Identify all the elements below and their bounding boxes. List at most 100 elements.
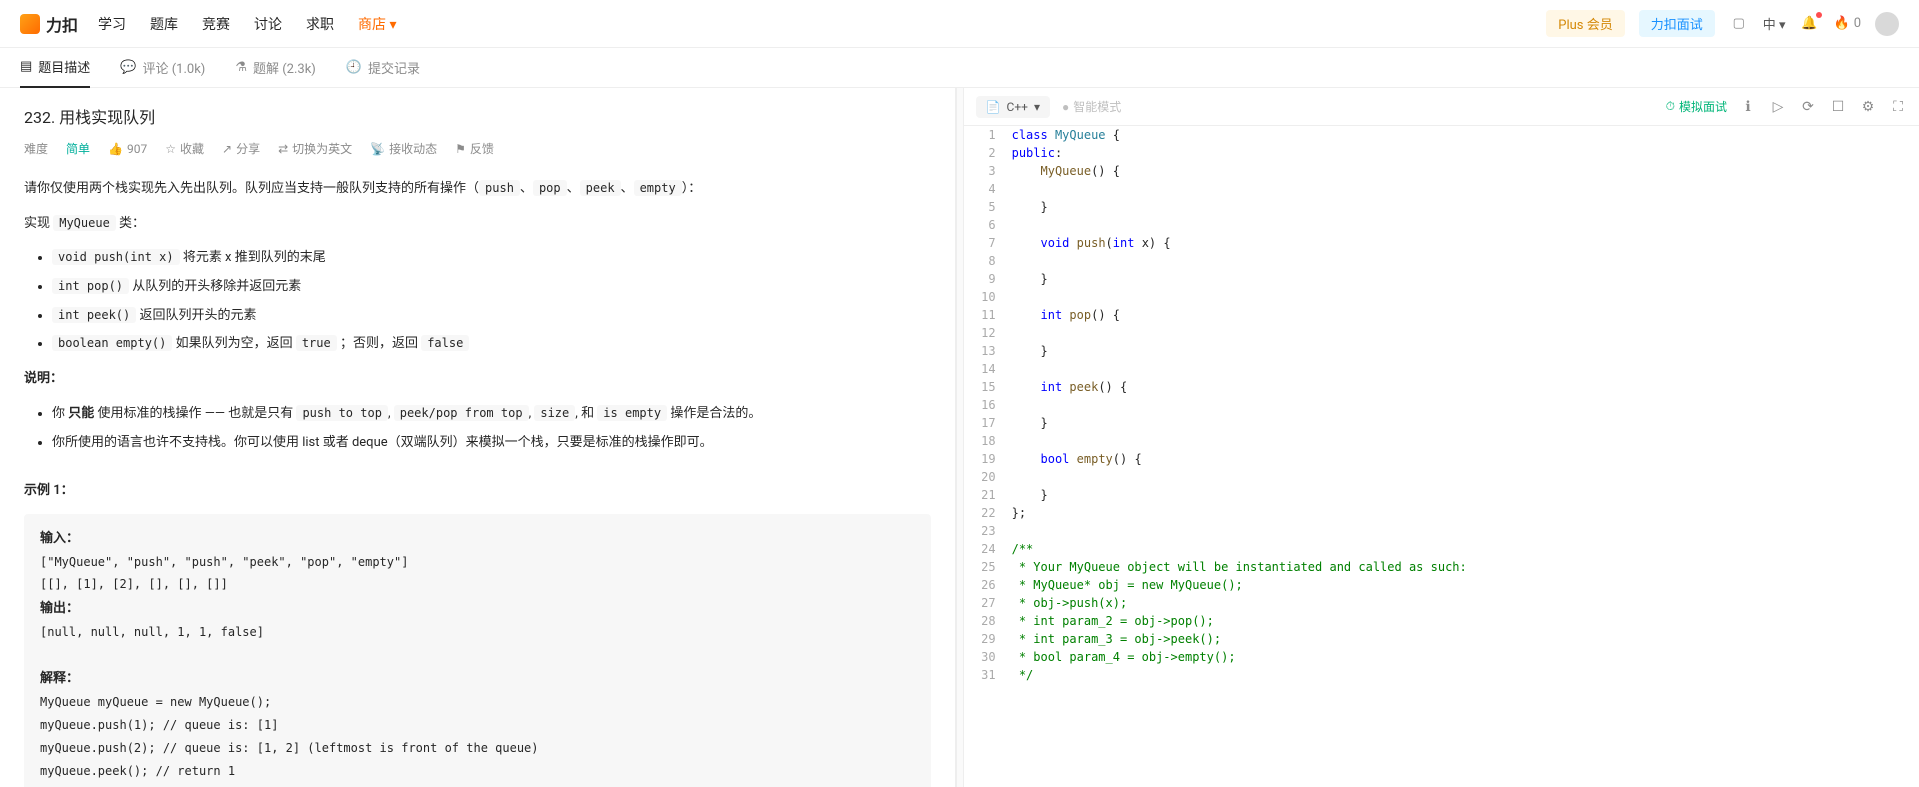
problem-meta: 难度 简单 👍 907 ☆ 收藏 ↗ 分享 ⇄ 切换为英文 📡 接收动态 ⚑ 反… — [24, 140, 931, 157]
mock-interview-button[interactable]: ⏱ 模拟面试 — [1666, 98, 1727, 115]
code-content[interactable]: * MyQueue* obj = new MyQueue(); — [1010, 576, 1919, 594]
code-line[interactable]: 30 * bool param_4 = obj->empty(); — [964, 648, 1919, 666]
code-content[interactable]: * obj->push(x); — [1010, 594, 1919, 612]
code-line[interactable]: 8 — [964, 252, 1919, 270]
nav-link[interactable]: 讨论 — [254, 14, 282, 34]
reset-icon[interactable]: ⟳ — [1799, 99, 1817, 115]
fire-count[interactable]: 🔥0 — [1834, 16, 1862, 31]
code-line[interactable]: 29 * int param_3 = obj->peek(); — [964, 630, 1919, 648]
code-line[interactable]: 25 * Your MyQueue object will be instant… — [964, 558, 1919, 576]
code-content[interactable]: bool empty() { — [1010, 450, 1919, 468]
code-line[interactable]: 9 } — [964, 270, 1919, 288]
feedback-button[interactable]: ⚑ 反馈 — [455, 140, 494, 157]
code-editor[interactable]: 1class MyQueue {2public:3 MyQueue() {4 5… — [964, 126, 1919, 787]
code-content[interactable]: } — [1010, 198, 1919, 216]
code-content[interactable] — [1010, 396, 1919, 414]
code-content[interactable] — [1010, 468, 1919, 486]
code-line[interactable]: 21 } — [964, 486, 1919, 504]
code-line[interactable]: 5 } — [964, 198, 1919, 216]
code-content[interactable]: MyQueue() { — [1010, 162, 1919, 180]
code-content[interactable]: /** — [1010, 540, 1919, 558]
code-line[interactable]: 27 * obj->push(x); — [964, 594, 1919, 612]
code-content[interactable]: }; — [1010, 504, 1919, 522]
code-content[interactable] — [1010, 180, 1919, 198]
info-icon[interactable]: ℹ — [1739, 99, 1757, 115]
code-line[interactable]: 7 void push(int x) { — [964, 234, 1919, 252]
code-content[interactable] — [1010, 216, 1919, 234]
code-line[interactable]: 26 * MyQueue* obj = new MyQueue(); — [964, 576, 1919, 594]
run-icon[interactable]: ▷ — [1769, 99, 1787, 115]
code-content[interactable]: int peek() { — [1010, 378, 1919, 396]
code-content[interactable] — [1010, 252, 1919, 270]
code-line[interactable]: 23 — [964, 522, 1919, 540]
code-line[interactable]: 3 MyQueue() { — [964, 162, 1919, 180]
code-content[interactable]: class MyQueue { — [1010, 126, 1919, 144]
code-line[interactable]: 1class MyQueue { — [964, 126, 1919, 144]
tab-description[interactable]: ▤ 题目描述 — [20, 47, 90, 88]
plus-member-button[interactable]: Plus 会员 — [1546, 10, 1624, 37]
code-content[interactable]: int pop() { — [1010, 306, 1919, 324]
code-line[interactable]: 11 int pop() { — [964, 306, 1919, 324]
code-content[interactable]: } — [1010, 486, 1919, 504]
code-content[interactable]: * bool param_4 = obj->empty(); — [1010, 648, 1919, 666]
nav-link[interactable]: 题库 — [150, 14, 178, 34]
logo[interactable]: 力扣 — [20, 12, 78, 36]
language-selector[interactable]: 中 ▾ — [1763, 14, 1786, 33]
settings-icon[interactable]: ⚙ — [1859, 99, 1877, 115]
tab-comments[interactable]: 💬 评论 (1.0k) — [120, 48, 205, 87]
code-line[interactable]: 12 — [964, 324, 1919, 342]
interview-button[interactable]: 力扣面试 — [1639, 10, 1715, 37]
code-content[interactable]: */ — [1010, 666, 1919, 684]
switch-lang-button[interactable]: ⇄ 切换为英文 — [278, 140, 352, 157]
code-line[interactable]: 22}; — [964, 504, 1919, 522]
code-line[interactable]: 13 } — [964, 342, 1919, 360]
favorite-button[interactable]: ☆ 收藏 — [165, 140, 204, 157]
nav-link[interactable]: 学习 — [98, 14, 126, 34]
panel-splitter[interactable] — [956, 88, 964, 787]
bell-icon[interactable]: 🔔 — [1800, 14, 1820, 34]
nav-link[interactable]: 竞赛 — [202, 14, 230, 34]
code-content[interactable]: public: — [1010, 144, 1919, 162]
line-number: 21 — [964, 486, 1010, 504]
code-line[interactable]: 6 — [964, 216, 1919, 234]
code-content[interactable]: void push(int x) { — [1010, 234, 1919, 252]
tab-submissions[interactable]: 🕘 提交记录 — [346, 48, 420, 87]
nav-link[interactable]: 求职 — [306, 14, 334, 34]
line-number: 23 — [964, 522, 1010, 540]
code-content[interactable] — [1010, 288, 1919, 306]
fullscreen-icon[interactable]: ⛶ — [1889, 99, 1907, 115]
avatar[interactable] — [1875, 12, 1899, 36]
code-line[interactable]: 19 bool empty() { — [964, 450, 1919, 468]
code-line[interactable]: 16 — [964, 396, 1919, 414]
like-button[interactable]: 👍 907 — [108, 142, 147, 156]
code-content[interactable]: } — [1010, 342, 1919, 360]
code-line[interactable]: 4 — [964, 180, 1919, 198]
code-line[interactable]: 17 } — [964, 414, 1919, 432]
tab-solutions[interactable]: ⚗ 题解 (2.3k) — [235, 48, 316, 87]
code-line[interactable]: 15 int peek() { — [964, 378, 1919, 396]
code-line[interactable]: 10 — [964, 288, 1919, 306]
code-content[interactable] — [1010, 432, 1919, 450]
code-content[interactable] — [1010, 522, 1919, 540]
code-content[interactable]: } — [1010, 414, 1919, 432]
code-line[interactable]: 18 — [964, 432, 1919, 450]
share-button[interactable]: ↗ 分享 — [222, 140, 260, 157]
receive-updates-button[interactable]: 📡 接收动态 — [370, 140, 437, 157]
code-line[interactable]: 28 * int param_2 = obj->pop(); — [964, 612, 1919, 630]
nav-link[interactable]: 商店 ▾ — [358, 14, 397, 34]
code-line[interactable]: 31 */ — [964, 666, 1919, 684]
code-content[interactable] — [1010, 360, 1919, 378]
code-content[interactable]: * Your MyQueue object will be instantiat… — [1010, 558, 1919, 576]
playground-icon[interactable]: ▢ — [1729, 14, 1749, 34]
code-content[interactable]: * int param_2 = obj->pop(); — [1010, 612, 1919, 630]
code-line[interactable]: 24/** — [964, 540, 1919, 558]
code-content[interactable] — [1010, 324, 1919, 342]
code-content[interactable]: * int param_3 = obj->peek(); — [1010, 630, 1919, 648]
code-line[interactable]: 14 — [964, 360, 1919, 378]
code-line[interactable]: 2public: — [964, 144, 1919, 162]
language-select[interactable]: 📄 C++ ▾ — [976, 96, 1050, 118]
code-line[interactable]: 20 — [964, 468, 1919, 486]
bookmark-icon[interactable]: ☐ — [1829, 99, 1847, 115]
code-content[interactable]: } — [1010, 270, 1919, 288]
smart-mode-toggle[interactable]: ● 智能模式 — [1062, 98, 1121, 115]
